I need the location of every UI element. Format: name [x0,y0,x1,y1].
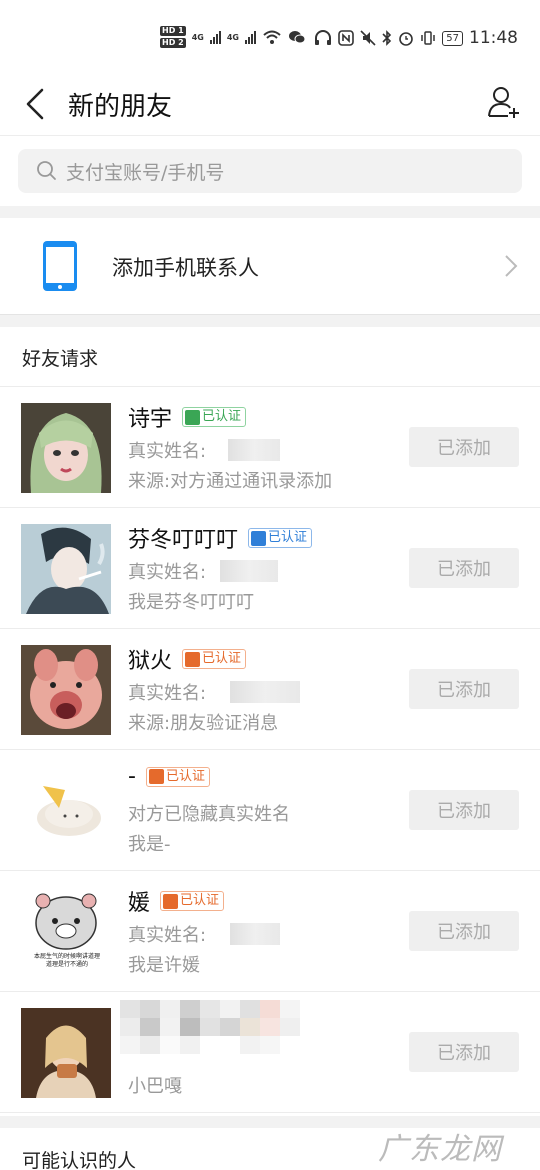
nav-bar: 新的朋友 [0,76,540,136]
verified-icon [163,893,179,909]
request-message: 来源:对方通过通讯录添加 [128,471,333,492]
real-name-label: 真实姓名: [128,441,207,462]
hd2-indicator: HD 2 [160,38,186,48]
watermark: 广东龙网 [378,1132,502,1167]
friend-request-row[interactable]: 诗宇 已认证 真实姓名: 来源:对方通过通讯录添加 已添加 [0,387,540,508]
request-message: 小巴嘎 [128,1076,182,1097]
avatar [21,645,111,735]
friend-requests-title: 好友请求 [22,348,99,370]
hd1-indicator: HD 1 [160,26,186,36]
avatar [21,1008,111,1098]
verified-icon [185,651,201,667]
mute-icon [360,30,376,46]
avatar [21,766,111,856]
wechat-icon [288,31,306,44]
verified-icon [251,530,267,546]
status-bar: HD 1 HD 2 4G 4G 57 11:48 [0,0,540,76]
system-indicators: 57 11:48 [314,28,518,48]
blurred-name [230,681,300,703]
friend-request-row[interactable]: - 已认证 对方已隐藏真实姓名 我是- 已添加 [0,750,540,871]
request-name: - [128,764,136,789]
real-name-label: 真实姓名: [128,683,207,704]
request-name: 狱火 [128,649,173,674]
request-name: 芬冬叮叮叮 [128,528,239,553]
added-button[interactable]: 已添加 [409,790,519,830]
added-button[interactable]: 已添加 [409,1032,519,1072]
signal-icon [209,30,221,44]
real-name-label: 对方已隐藏真实姓名 [128,804,290,825]
friend-request-row[interactable]: 本屁生气的时候啊讲道理 道理是行不通的 媛 已认证 真实姓名: 我是许媛 已添加 [0,871,540,992]
verified-badge: 已认证 [160,891,225,911]
blurred-name-mosaic [120,1000,300,1056]
nfc-icon [338,30,355,46]
search-icon [37,161,56,180]
vibrate-icon [421,31,436,45]
real-name-label: 真实姓名: [128,925,207,946]
blurred-name [230,923,280,945]
network-type-1: 4G [191,32,204,42]
section-divider [0,206,540,218]
friend-request-row[interactable]: 狱火 已认证 真实姓名: 来源:朋友验证消息 已添加 [0,629,540,750]
added-button[interactable]: 已添加 [409,911,519,951]
back-icon[interactable] [22,86,52,122]
headphones-icon [315,30,332,45]
status-time: 11:48 [469,28,518,48]
add-phone-contacts-label: 添加手机联系人 [112,256,259,280]
search-input[interactable]: 支付宝账号/手机号 [18,149,522,193]
request-message: 我是许媛 [128,955,200,976]
verified-badge: 已认证 [182,649,247,669]
request-name: 诗宇 [128,407,173,432]
added-button[interactable]: 已添加 [409,669,519,709]
page-title: 新的朋友 [68,92,173,122]
alarm-icon [399,32,414,46]
wifi-icon [263,30,281,44]
added-button[interactable]: 已添加 [409,548,519,588]
battery-icon: 57 [442,30,463,46]
search-placeholder: 支付宝账号/手机号 [66,161,225,184]
signal-icon-2 [244,30,256,44]
friend-request-row[interactable]: 小巴嘎 已添加 [0,992,540,1113]
request-message: 我是- [128,834,171,855]
bluetooth-icon [382,30,392,46]
real-name-label: 真实姓名: [128,562,207,583]
verified-icon [148,769,164,784]
chevron-right-icon [505,255,518,277]
section-divider [0,314,540,327]
friend-request-row[interactable]: 芬冬叮叮叮 已认证 真实姓名: 我是芬冬叮叮叮 已添加 [0,508,540,629]
verified-badge: 已认证 [248,528,313,548]
request-message: 我是芬冬叮叮叮 [128,592,254,613]
request-name: 媛 [128,891,151,916]
request-message: 来源:朋友验证消息 [128,713,279,734]
avatar-caption: 本屁生气的时候啊讲道理 道理是行不通的 [33,953,100,968]
phone-icon [43,241,77,291]
blurred-name [220,560,278,582]
verified-icon [185,409,201,425]
avatar [21,403,111,493]
blurred-name [228,439,280,461]
may-know-title: 可能认识的人 [22,1150,137,1170]
add-user-icon[interactable] [486,84,522,120]
network-type-2: 4G [226,32,239,42]
add-phone-contacts-row[interactable]: 添加手机联系人 [0,218,540,314]
verified-badge: 已认证 [182,407,247,427]
avatar [21,524,111,614]
avatar: 本屁生气的时候啊讲道理 道理是行不通的 [21,887,111,977]
network-indicators: HD 1 HD 2 4G 4G [160,26,306,48]
verified-badge: 已认证 [145,766,210,787]
added-button[interactable]: 已添加 [409,427,519,467]
